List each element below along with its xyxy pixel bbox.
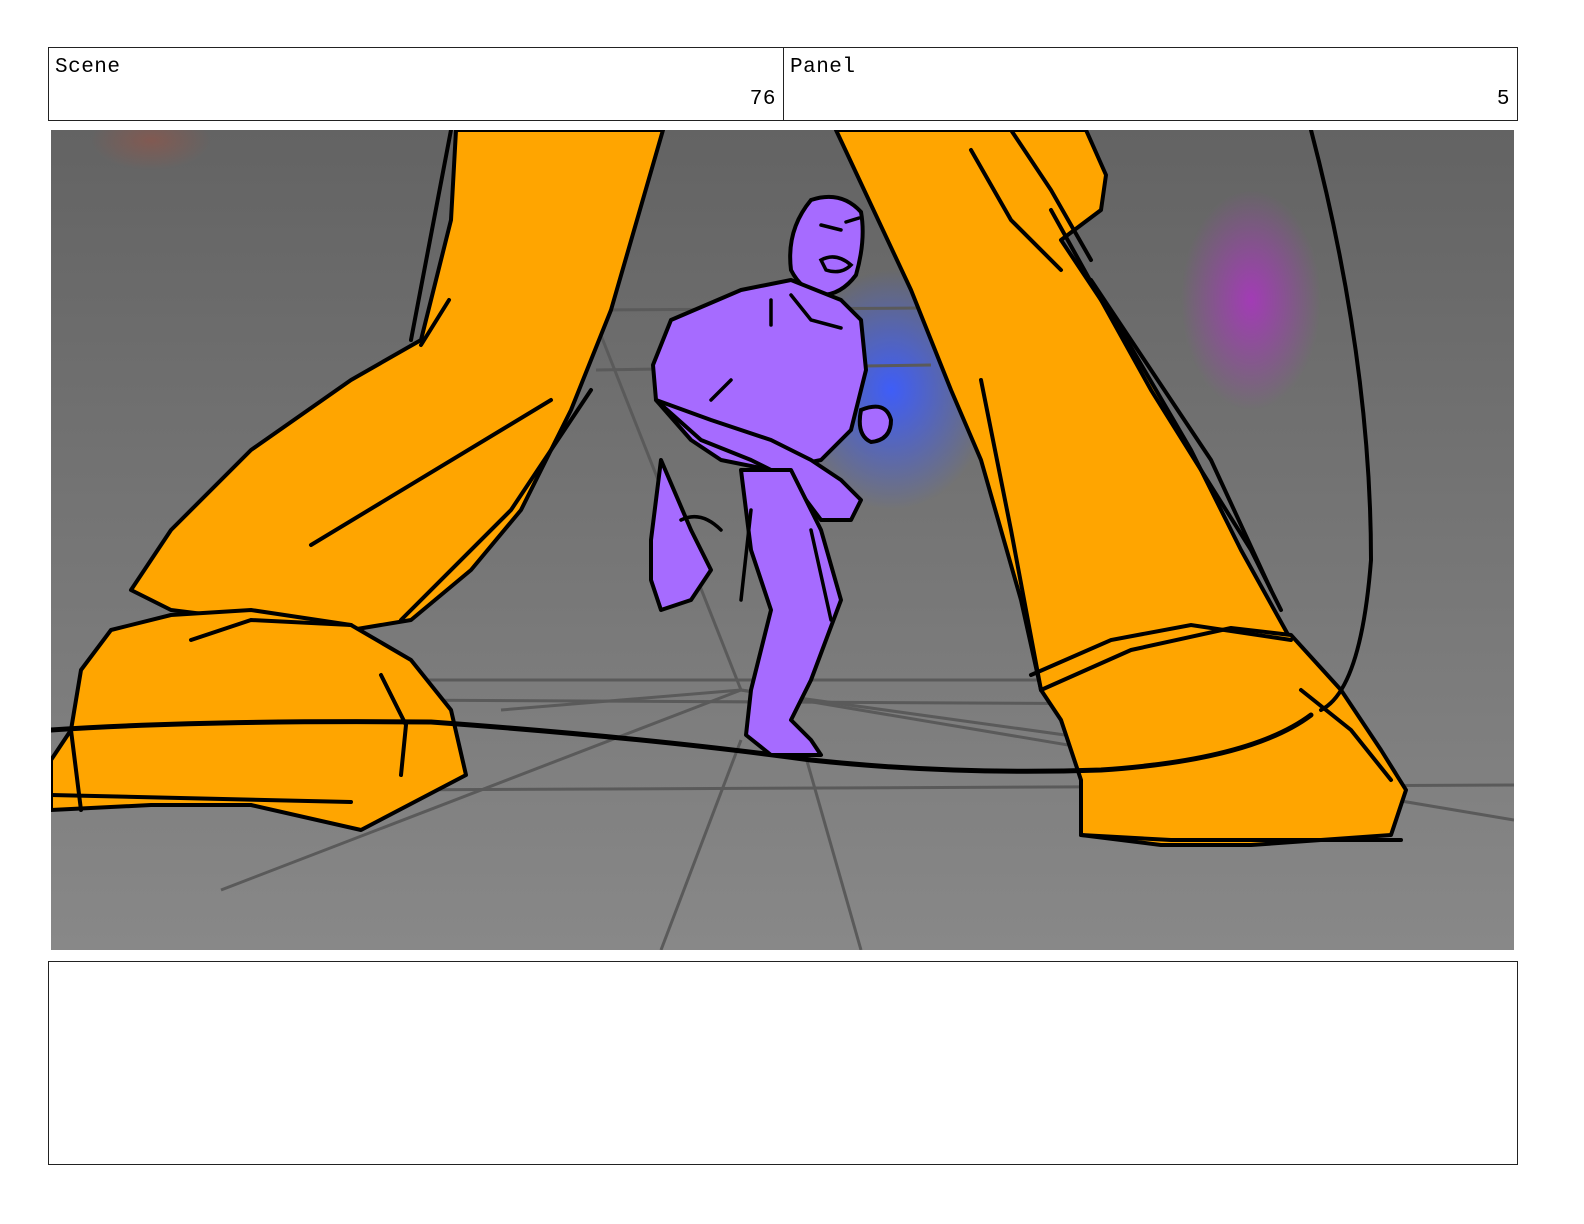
hero-head [788, 195, 865, 298]
storyboard-header: Scene 76 Panel 5 [48, 47, 1518, 121]
panel-drawing [51, 130, 1514, 950]
panel-number[interactable]: 5 [1497, 88, 1510, 111]
hero-right-fist [857, 404, 894, 445]
magenta-glow [1181, 190, 1321, 410]
scene-cell: Scene 76 [49, 48, 784, 120]
notes-box[interactable] [48, 961, 1518, 1165]
storyboard-frame [51, 130, 1514, 950]
panel-cell: Panel 5 [784, 48, 1517, 120]
panel-label: Panel [790, 56, 856, 79]
scene-label: Scene [55, 56, 121, 79]
scene-number[interactable]: 76 [750, 88, 776, 111]
